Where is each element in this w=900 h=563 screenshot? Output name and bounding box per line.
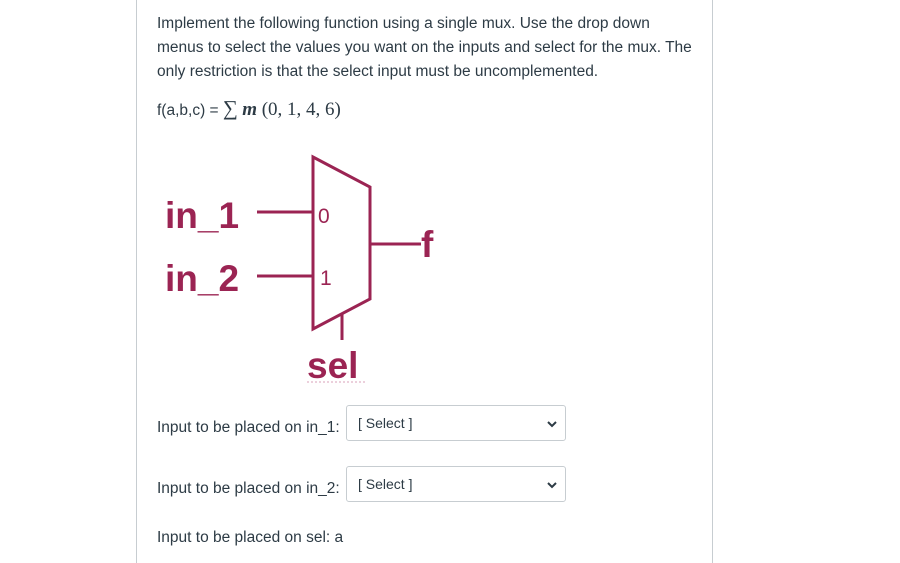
mux-diagram: in_1 in_2 f sel 0 1 [165,154,434,386]
chevron-down-icon [547,482,557,489]
in2-select-dropdown[interactable]: [ Select ] [346,466,566,502]
in1-answer-label: Input to be placed on in_1: [157,419,340,436]
in2-select-value: [ Select ] [358,476,413,492]
in1-select-value: [ Select ] [358,415,413,431]
question-panel: Implement the following function using a… [136,0,713,563]
port-0-label: 0 [318,205,330,228]
chevron-down-icon [547,421,557,428]
sel-answer-text: Input to be placed on sel: a [157,529,344,546]
port-1-label: 1 [320,267,332,290]
in1-label: in_1 [165,195,239,236]
in2-label: in_2 [165,258,239,299]
output-label: f [421,224,434,265]
in1-select-dropdown[interactable]: [ Select ] [346,405,566,441]
mux-body [311,154,372,332]
select-label: sel [307,345,358,386]
in2-answer-label: Input to be placed on in_2: [157,480,340,497]
